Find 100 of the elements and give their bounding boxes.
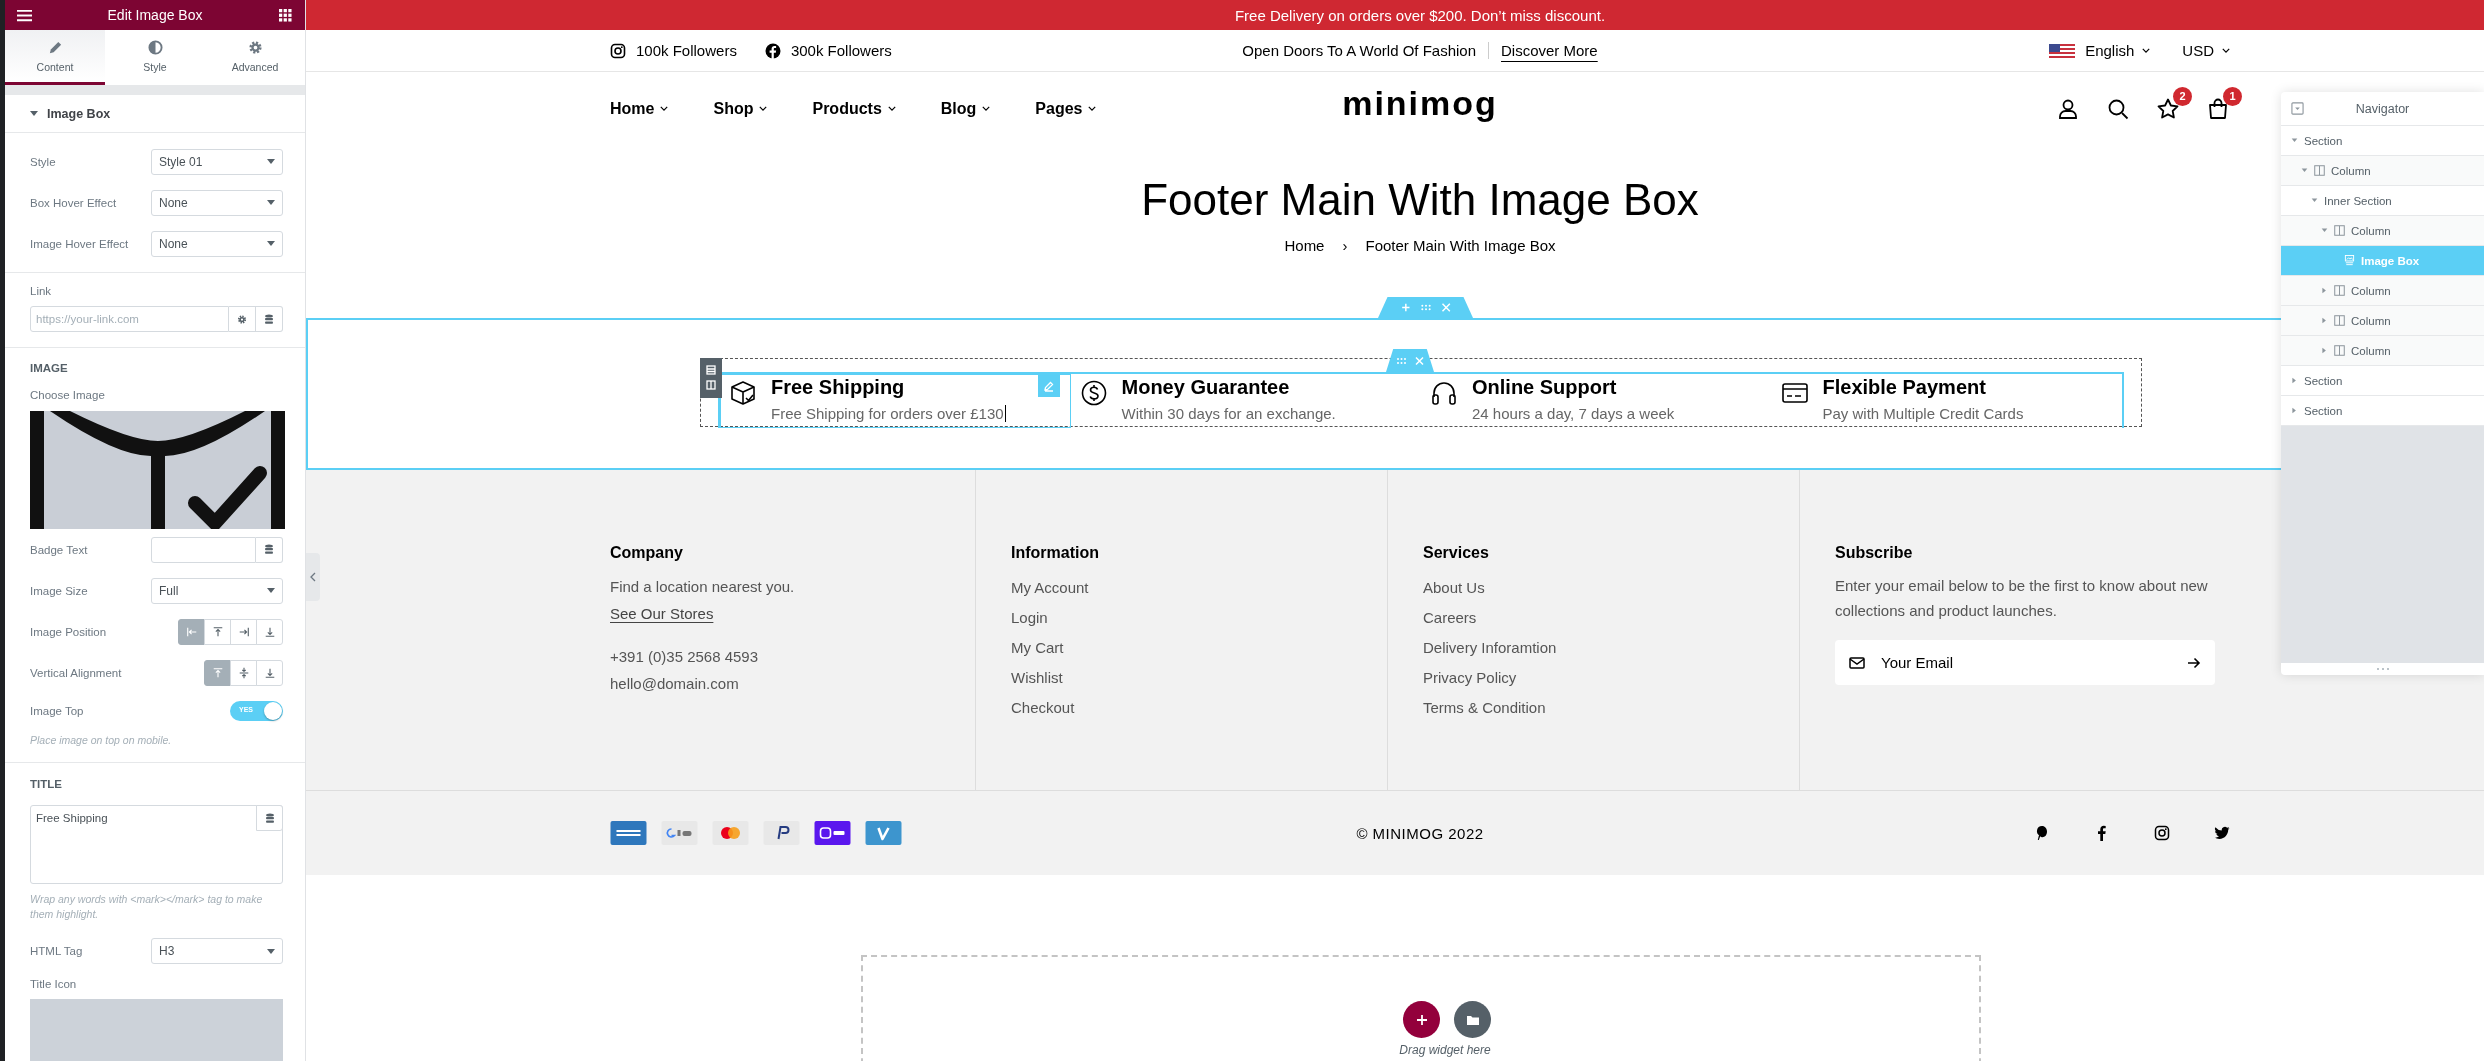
dynamic-tags-button[interactable] [256, 536, 283, 563]
help-text: Wrap any words with <mark></mark> tag to make them highlight. [30, 892, 264, 922]
menu-item[interactable]: Home [610, 99, 669, 118]
navigator-item[interactable]: Column [2281, 156, 2484, 186]
menu-icon[interactable] [17, 8, 32, 22]
caret-icon[interactable] [2292, 377, 2297, 384]
caret-icon[interactable] [2322, 317, 2327, 324]
footer-link[interactable]: My Cart [1011, 633, 1387, 663]
social-link[interactable]: 100k Followers [610, 42, 737, 59]
caret-icon[interactable] [2322, 287, 2327, 294]
footer-link[interactable]: About Us [1423, 573, 1799, 603]
footer-link[interactable]: Checkout [1011, 693, 1387, 723]
breadcrumb-item[interactable]: Home [1284, 236, 1325, 256]
caret-icon [267, 241, 275, 246]
navigator-item[interactable]: Column [2281, 216, 2484, 246]
select-field[interactable]: Full [151, 577, 283, 604]
apps-grid-icon[interactable] [278, 8, 293, 22]
mail-icon [1849, 656, 1865, 669]
panel-tab[interactable]: Content [5, 30, 105, 85]
discover-link[interactable]: Discover More [1488, 42, 1598, 59]
caret-icon[interactable] [2301, 168, 2308, 173]
social-link[interactable]: 300k Followers [764, 42, 892, 59]
caret-icon[interactable] [2322, 347, 2327, 354]
caret-icon[interactable] [2311, 198, 2318, 203]
align-top-icon [211, 625, 224, 638]
add-section-button[interactable] [1403, 1001, 1440, 1038]
arrow-right-icon[interactable] [2187, 656, 2201, 669]
currency-dropdown[interactable]: USD [2182, 42, 2230, 59]
choice-button[interactable] [230, 659, 257, 686]
caret-icon[interactable] [2291, 138, 2298, 143]
footer-link[interactable]: Privacy Policy [1423, 663, 1799, 693]
menu-item[interactable]: Blog [940, 99, 991, 118]
choice-button[interactable] [256, 659, 283, 686]
inner-section-handle[interactable] [1386, 349, 1434, 372]
control-label: Link [30, 285, 53, 297]
dynamic-tags-button[interactable] [256, 805, 283, 831]
navigator-item[interactable]: Column [2281, 276, 2484, 306]
caret-icon[interactable] [2292, 407, 2297, 414]
image-box[interactable]: Online Support 24 hours a day, 7 days a week [1421, 374, 1772, 428]
logo[interactable]: minimog [1342, 84, 1498, 123]
image-box[interactable]: Free Shipping Free Shipping for orders over £130 [720, 374, 1071, 428]
select-field[interactable]: Style 01 [151, 148, 283, 175]
feature-text: 24 hours a day, 7 days a week [1472, 405, 1675, 423]
control-label: HTML Tag [30, 945, 83, 957]
footer-link[interactable]: Login [1011, 603, 1387, 633]
navigator-item[interactable]: Section [2281, 126, 2484, 156]
cart-button[interactable] [2206, 96, 2230, 121]
social-link[interactable] [2154, 825, 2170, 841]
feature-title: Free Shipping [771, 375, 906, 399]
text-field[interactable] [151, 536, 256, 563]
align-left-icon [185, 625, 198, 638]
stores-link[interactable]: See Our Stores [610, 600, 975, 627]
collapse-icon[interactable] [2291, 102, 2304, 115]
menu-item[interactable]: Products [812, 99, 896, 118]
breadcrumb-item[interactable]: Footer Main With Image Box [1365, 236, 1556, 256]
footer-link[interactable]: Careers [1423, 603, 1799, 633]
footer-link[interactable]: Delivery Inforamtion [1423, 633, 1799, 663]
select-field[interactable]: H3 [151, 938, 283, 964]
template-library-button[interactable] [1454, 1001, 1491, 1038]
menu-item[interactable]: Shop [713, 99, 768, 118]
url-field[interactable]: https://your-link.com [30, 306, 229, 332]
language-dropdown[interactable]: English [2085, 42, 2151, 59]
navigator-item[interactable]: Section [2281, 366, 2484, 396]
resize-handle-icon[interactable] [2375, 667, 2390, 671]
footer-link[interactable]: Wishlist [1011, 663, 1387, 693]
navigator-item[interactable]: Inner Section [2281, 186, 2484, 216]
social-link[interactable] [2214, 825, 2230, 841]
social-link[interactable] [2034, 825, 2050, 841]
footer-link[interactable]: My Account [1011, 573, 1387, 603]
folder-icon [1465, 1013, 1480, 1026]
section-header[interactable]: Image Box [5, 95, 305, 133]
choice-button[interactable] [256, 618, 283, 645]
choice-button[interactable] [230, 618, 257, 645]
choice-button[interactable] [204, 659, 231, 686]
choice-button[interactable] [178, 618, 205, 645]
edit-button[interactable] [1037, 375, 1060, 397]
image-box[interactable]: Flexible Payment Pay with Multiple Credit Cards [1771, 374, 2122, 428]
navigator-item[interactable]: Column [2281, 306, 2484, 336]
caret-icon[interactable] [2321, 228, 2328, 233]
chevron-down-icon [1088, 106, 1097, 111]
wishlist-button[interactable] [2156, 96, 2180, 121]
settings-button[interactable] [229, 306, 256, 332]
select-field[interactable]: None [151, 189, 283, 216]
chevron-left-icon [310, 572, 316, 582]
navigator-item[interactable]: Section [2281, 396, 2484, 426]
select-field[interactable]: None [151, 230, 283, 257]
image-box[interactable]: Money Guarantee Within 30 days for an exchange. [1070, 374, 1421, 428]
title-text-area[interactable]: Free Shipping [30, 805, 283, 884]
navigator-item[interactable]: Column [2281, 336, 2484, 366]
choice-button[interactable] [204, 618, 231, 645]
twitter-icon [2214, 825, 2230, 841]
headphones-icon [1430, 379, 1458, 407]
dynamic-tags-button[interactable] [256, 306, 283, 332]
dollar-icon [1079, 379, 1108, 407]
email-field[interactable]: Your Email [1835, 640, 2215, 685]
footer-link[interactable]: Terms & Condition [1423, 693, 1799, 723]
chevron-down-icon [2222, 48, 2230, 53]
column-handle[interactable] [700, 358, 722, 398]
menu-item[interactable]: Pages [1035, 99, 1097, 118]
panel-toggle[interactable] [306, 553, 320, 601]
